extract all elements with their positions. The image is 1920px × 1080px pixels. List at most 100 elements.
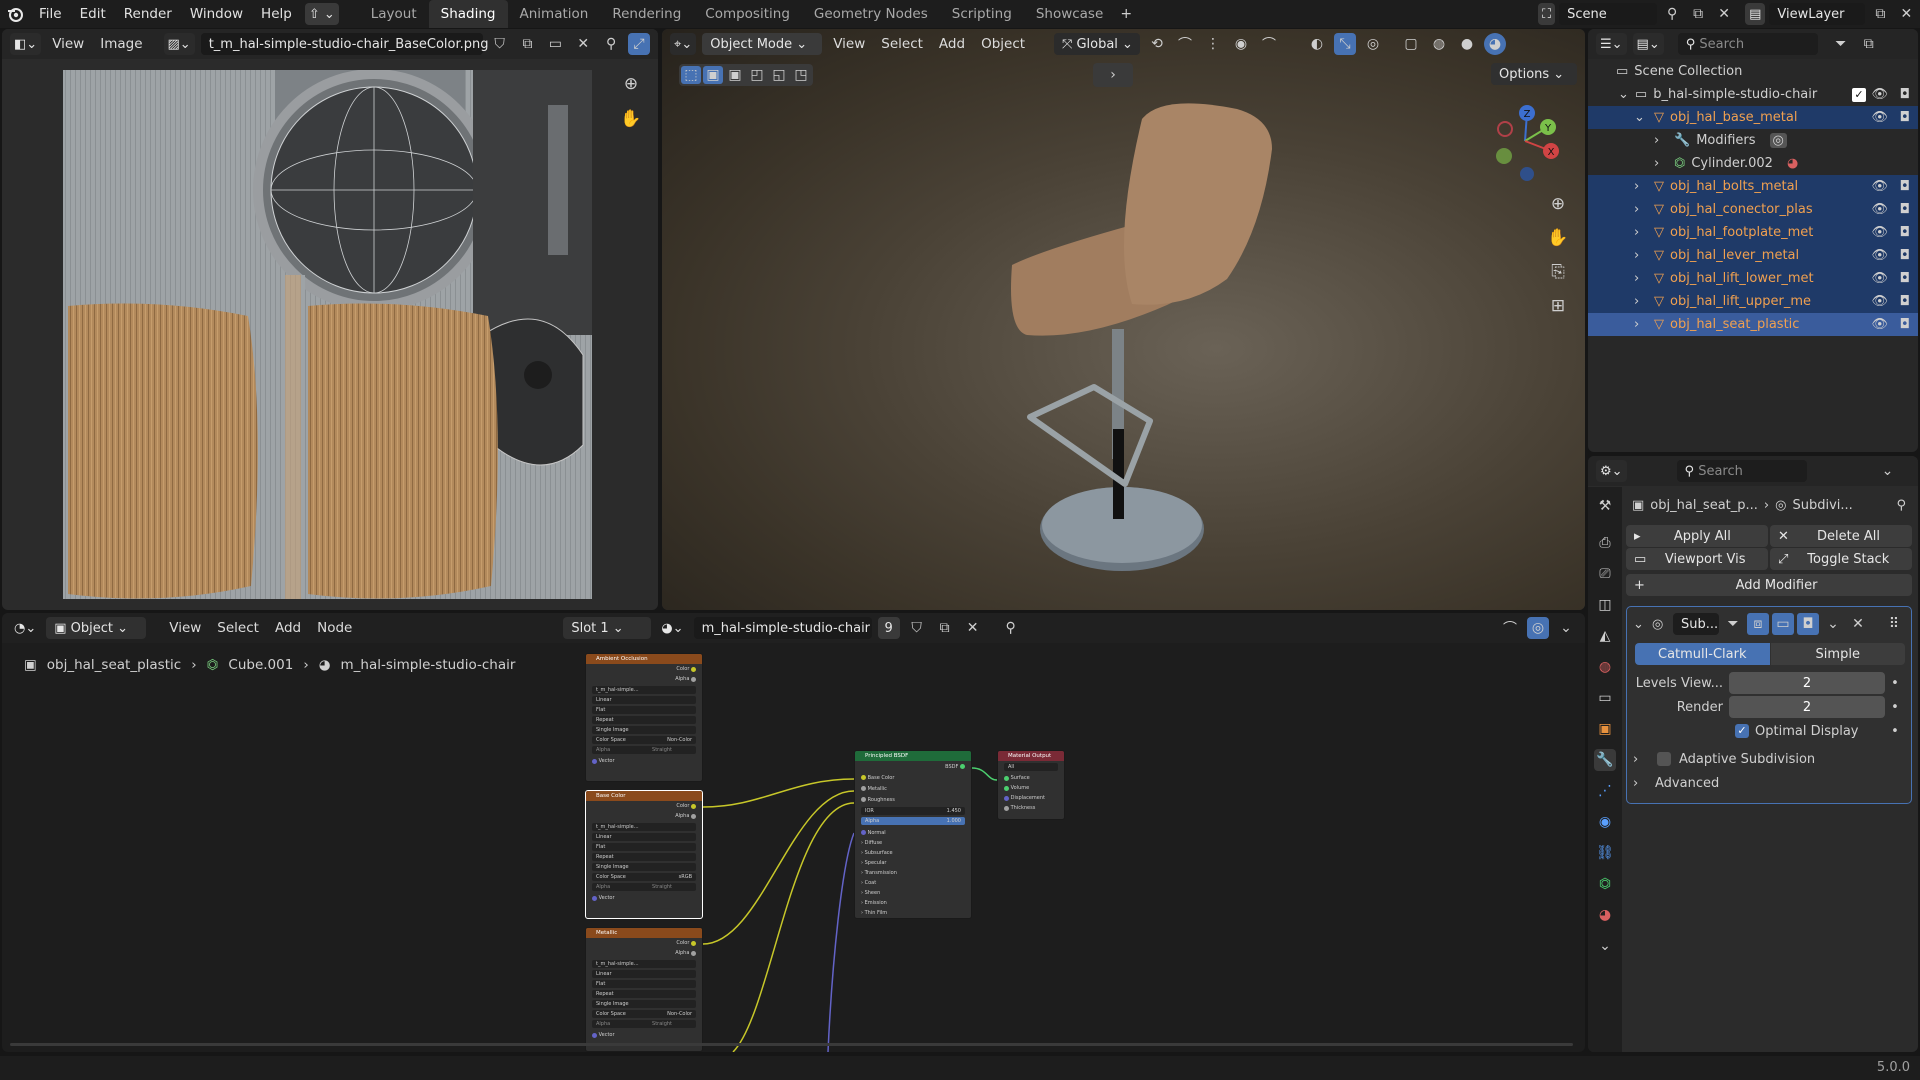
colorspace-dropdown[interactable]: Color Space sRGB — [592, 873, 696, 881]
display-mode-icon[interactable]: ▤⌄ — [1632, 33, 1664, 55]
modifier-name-field[interactable]: Sub... — [1673, 613, 1719, 635]
view-layer-tab-icon[interactable]: ◫ — [1594, 594, 1616, 616]
duplicate-image-icon[interactable]: ⧉ — [517, 33, 539, 55]
falloff-icon[interactable]: ⌒ — [1258, 33, 1280, 55]
thickness-socket[interactable] — [1004, 805, 1009, 811]
subdivision-modifier-icon[interactable]: ◎ — [1769, 133, 1787, 148]
render-camera-icon[interactable]: ◘ — [1900, 225, 1910, 240]
expand-chevron-icon[interactable]: › — [1634, 248, 1654, 263]
vector-socket[interactable] — [592, 758, 597, 764]
unlink-image-icon[interactable]: ✕ — [572, 33, 594, 55]
outliner-item[interactable]: ⌄ ▽ obj_hal_base_metal 👁 ◘ — [1588, 106, 1918, 129]
properties-search-input[interactable]: ⚲ Search — [1676, 460, 1807, 482]
perspective-toggle-icon[interactable]: ⊞ — [1547, 295, 1569, 317]
outliner-item[interactable]: › ▽ obj_hal_seat_plastic 👁 ◘ — [1588, 313, 1918, 336]
outliner-item[interactable]: › 🔧 Modifiers ◎ — [1588, 129, 1918, 152]
new-view-layer-icon[interactable]: ⧉ — [1869, 3, 1891, 25]
collapse-collection-icon[interactable]: ⌄ — [1618, 87, 1629, 102]
collection-row[interactable]: ⌄ ▭ b_hal-simple-studio-chair ✓ 👁 ◘ — [1588, 83, 1918, 106]
outliner-item[interactable]: › ▽ obj_hal_lift_upper_me 👁 ◘ — [1588, 290, 1918, 313]
delete-view-layer-icon[interactable]: ✕ — [1895, 3, 1917, 25]
select-box-icon[interactable]: ⬚ — [681, 66, 701, 84]
displacement-socket[interactable] — [1004, 795, 1009, 801]
expand-chevron-icon[interactable]: › — [1634, 271, 1654, 286]
edit-mode-toggle-icon[interactable]: ⏷ — [1722, 613, 1744, 635]
tool-tab-icon[interactable]: ⚒ — [1594, 495, 1616, 517]
pin-scene-icon[interactable]: ⚲ — [1661, 3, 1683, 25]
bsdf-subpanel[interactable]: › Subsurface — [855, 848, 971, 858]
toggle-stack-button[interactable]: ⤢ Toggle Stack — [1770, 548, 1912, 570]
visibility-icon[interactable]: ◐ — [1306, 33, 1328, 55]
keyframe-dot-icon[interactable]: • — [1885, 700, 1905, 715]
fake-user-shield-icon[interactable]: ⛉ — [489, 33, 511, 55]
tab-rendering[interactable]: Rendering — [600, 0, 693, 28]
select-invert-icon[interactable]: ◱ — [769, 66, 789, 84]
view-layer-selector-icon[interactable]: ▤ — [1745, 3, 1766, 25]
expand-chevron-icon[interactable]: › — [1634, 317, 1654, 332]
render-toggle-icon[interactable]: ◘ — [1797, 613, 1819, 635]
alpha-output-socket[interactable] — [691, 676, 696, 682]
alpha-mode-dropdown[interactable]: Alpha Straight — [592, 883, 696, 891]
viewport-add-menu[interactable]: Add — [934, 36, 970, 52]
color-output-socket[interactable] — [691, 666, 696, 672]
texture-option-dropdown[interactable]: Repeat — [592, 990, 696, 998]
vector-socket[interactable] — [592, 1032, 597, 1038]
render-camera-icon[interactable]: ◘ — [1900, 179, 1910, 194]
properties-editor-type-icon[interactable]: ⚙⌄ — [1596, 460, 1627, 482]
texture-option-dropdown[interactable]: Repeat — [592, 853, 696, 861]
viewport-editor-type-icon[interactable]: ⌖⌄ — [670, 33, 697, 55]
render-camera-icon[interactable]: ◘ — [1900, 248, 1910, 263]
catmull-clark-button[interactable]: Catmull-Clark — [1635, 643, 1770, 665]
panel-collapse-icon[interactable]: ⌄ — [1633, 617, 1649, 632]
normal-socket[interactable] — [861, 830, 866, 835]
texture-option-dropdown[interactable]: Flat — [592, 706, 696, 714]
collection-tab-icon[interactable]: ▭ — [1594, 687, 1616, 709]
properties-options-chevron-icon[interactable]: ⌄ — [1877, 460, 1899, 482]
overlay-toggle-icon[interactable]: ◎ — [1362, 33, 1384, 55]
export-dropdown[interactable]: ⇧ ⌄ — [304, 3, 339, 25]
outliner-item[interactable]: › ▽ obj_hal_footplate_met 👁 ◘ — [1588, 221, 1918, 244]
collection-checkbox-icon[interactable]: ✓ — [1852, 87, 1866, 102]
solid-shading-icon[interactable]: ● — [1456, 33, 1478, 55]
image-view-menu[interactable]: View — [47, 36, 89, 52]
tab-scripting[interactable]: Scripting — [940, 0, 1024, 28]
modifier-tab-icon[interactable]: 🔧 — [1594, 749, 1616, 771]
select-subtract-icon[interactable]: ◰ — [747, 66, 767, 84]
visibility-eye-icon[interactable]: 👁 — [1871, 294, 1888, 309]
viewport-vis-button[interactable]: ▭ Viewport Vis — [1626, 548, 1768, 570]
adaptive-subdivision-checkbox[interactable] — [1657, 752, 1671, 766]
image-texture-node[interactable]: Metallic Color Alpha t_m_hal-simple... Lin… — [585, 927, 703, 1052]
remove-modifier-icon[interactable]: ✕ — [1847, 613, 1869, 635]
simple-button[interactable]: Simple — [1770, 643, 1905, 665]
alpha-mode-dropdown[interactable]: Alpha Straight — [592, 746, 696, 754]
menu-edit[interactable]: Edit — [71, 0, 115, 28]
gizmo-toggle-icon[interactable]: ⤡ — [1334, 33, 1357, 55]
collection-visibility-icon[interactable]: 👁 — [1871, 87, 1888, 102]
tab-geometry-nodes[interactable]: Geometry Nodes — [802, 0, 940, 28]
material-output-node[interactable]: Material Output All Surface Volume Displ… — [997, 750, 1065, 820]
apply-all-button[interactable]: ▸ Apply All — [1626, 525, 1768, 547]
output-target-dropdown[interactable]: All — [1004, 763, 1058, 771]
pan-hand-icon[interactable]: ✋ — [620, 108, 642, 130]
select-intersect-icon[interactable]: ◳ — [791, 66, 811, 84]
principled-bsdf-node[interactable]: Principled BSDF BSDF Base Color Metallic… — [854, 750, 972, 919]
collapse-chevron-icon[interactable]: ⌄ — [1634, 110, 1654, 125]
node-editor-scrollbar[interactable] — [10, 1043, 1573, 1046]
levels-viewport-field[interactable]: 2 — [1729, 672, 1885, 694]
render-camera-icon[interactable]: ◘ — [1900, 317, 1910, 332]
texture-image-field[interactable]: t_m_hal-simple... — [592, 686, 696, 694]
transform-orientation-dropdown[interactable]: ⤧ Global ⌄ — [1054, 33, 1141, 55]
scene-tab-icon[interactable]: ◭ — [1594, 625, 1616, 647]
viewport-zoom-icon[interactable]: ⊕ — [1547, 193, 1569, 215]
visibility-eye-icon[interactable]: 👁 — [1871, 202, 1888, 217]
texture-option-dropdown[interactable]: Flat — [592, 843, 696, 851]
texture-image-field[interactable]: t_m_hal-simple... — [592, 823, 696, 831]
image-texture-node[interactable]: Ambient Occlusion Color Alpha t_m_hal-sim… — [585, 653, 703, 782]
physics-tab-icon[interactable]: ◉ — [1594, 811, 1616, 833]
base-color-socket[interactable] — [861, 775, 866, 780]
ior-field[interactable]: IOR 1.450 — [861, 807, 965, 815]
proportional-edit-icon[interactable]: ◉ — [1230, 33, 1252, 55]
tab-layout[interactable]: Layout — [359, 0, 429, 28]
material-shading-icon[interactable]: ◕ — [1484, 33, 1507, 55]
xray-icon[interactable]: ▢ — [1400, 33, 1422, 55]
